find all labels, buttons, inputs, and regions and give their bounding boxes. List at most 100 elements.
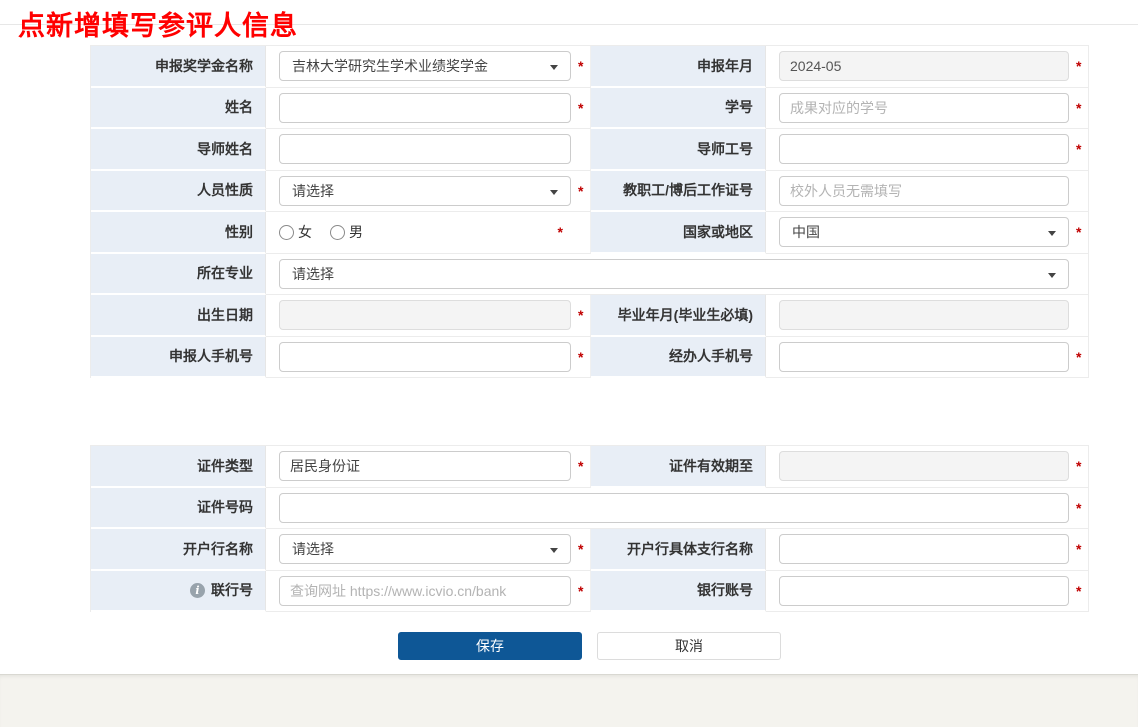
apply-month-field [779,51,1069,81]
advisor-id-field [779,134,1069,164]
bank-code-input[interactable] [280,577,570,605]
gender-label: 性别 [91,212,266,254]
scholarship-name-value: 吉林大学研究生学术业绩奖学金 [292,56,488,76]
gender-radio-group: 女 男 * [279,222,571,242]
table-row: 性别 女 男 * 国家或地区 中国 [91,212,1088,254]
applicant-phone-label: 申报人手机号 [91,337,266,379]
handler-phone-field [779,342,1069,372]
form-actions: 保存 取消 [90,632,1089,660]
table-row: 证件号码 * [91,488,1088,530]
table-row: 申报奖学金名称 吉林大学研究生学术业绩奖学金 * 申报年月 * [91,46,1088,88]
bank-account-input[interactable] [780,577,1068,605]
red-annotation-text: 点新增填写参评人信息 [18,4,298,43]
required-marker: * [1076,141,1081,157]
name-label: 姓名 [91,88,266,130]
advisor-id-label: 导师工号 [591,129,766,171]
bank-code-label-text: 联行号 [211,580,253,600]
cancel-button[interactable]: 取消 [597,632,781,660]
handler-phone-label: 经办人手机号 [591,337,766,379]
table-row: 姓名 * 学号 * [91,88,1088,130]
required-marker: * [578,307,583,323]
page-footer [0,674,1138,727]
personnel-type-select[interactable]: 请选择 [279,176,571,206]
gender-radio-male[interactable]: 男 [330,222,363,242]
id-expiry-field [779,451,1069,481]
gender-option-label: 女 [298,222,312,242]
applicant-phone-field [279,342,571,372]
bank-account-label: 银行账号 [591,571,766,613]
advisor-name-input[interactable] [280,135,570,163]
advisor-name-label: 导师姓名 [91,129,266,171]
id-type-field [279,451,571,481]
table-row: 证件类型 * 证件有效期至 * [91,446,1088,488]
personnel-type-label: 人员性质 [91,171,266,213]
bank-account-field [779,576,1069,606]
required-marker: * [578,583,583,599]
required-marker: * [558,224,563,240]
bank-name-select[interactable]: 请选择 [279,534,571,564]
required-marker: * [1076,541,1081,557]
graduation-month-input[interactable] [780,301,1068,329]
id-number-field [279,493,1069,523]
apply-month-label: 申报年月 [591,46,766,88]
student-id-input[interactable] [780,94,1068,122]
bank-code-field [279,576,571,606]
id-expiry-label: 证件有效期至 [591,446,766,488]
required-marker: * [1076,224,1081,240]
scholarship-name-select[interactable]: 吉林大学研究生学术业绩奖学金 [279,51,571,81]
advisor-name-field [279,134,571,164]
personnel-type-value: 请选择 [292,181,334,201]
bank-branch-input[interactable] [780,535,1068,563]
graduation-month-field [779,300,1069,330]
save-button[interactable]: 保存 [398,632,582,660]
staff-id-label: 教职工/博后工作证号 [591,171,766,213]
id-type-label: 证件类型 [91,446,266,488]
scholarship-name-label: 申报奖学金名称 [91,46,266,88]
chevron-down-icon [1048,273,1056,278]
advisor-id-input[interactable] [780,135,1068,163]
bank-branch-field [779,534,1069,564]
id-expiry-input[interactable] [780,452,1068,480]
birth-date-input[interactable] [280,301,570,329]
name-input[interactable] [280,94,570,122]
gender-radio-female[interactable]: 女 [279,222,312,242]
applicant-info-table: 申报奖学金名称 吉林大学研究生学术业绩奖学金 * 申报年月 * 姓名 [90,45,1089,378]
bank-name-label: 开户行名称 [91,529,266,571]
student-id-label: 学号 [591,88,766,130]
id-number-input[interactable] [280,494,1068,522]
required-marker: * [1076,58,1081,74]
apply-month-input[interactable] [780,52,1068,80]
gender-option-label: 男 [349,222,363,242]
table-row: i 联行号 * 银行账号 * [91,571,1088,613]
evaluator-info-form-page: 点新增填写参评人信息 申报奖学金名称 吉林大学研究生学术业绩奖学金 * 申报年月… [0,0,1138,727]
table-row: 所在专业 请选择 [91,254,1088,296]
required-marker: * [578,349,583,365]
bank-name-value: 请选择 [292,539,334,559]
country-select[interactable]: 中国 [779,217,1069,247]
table-row: 出生日期 * 毕业年月(毕业生必填) [91,295,1088,337]
major-value: 请选择 [292,264,334,284]
birth-date-field [279,300,571,330]
info-icon[interactable]: i [190,583,205,598]
birth-date-label: 出生日期 [91,295,266,337]
bank-branch-label: 开户行具体支行名称 [591,529,766,571]
handler-phone-input[interactable] [780,343,1068,371]
chevron-down-icon [550,548,558,553]
staff-id-input[interactable] [780,177,1068,205]
country-label: 国家或地区 [591,212,766,254]
table-row: 人员性质 请选择 * 教职工/博后工作证号 [91,171,1088,213]
required-marker: * [578,58,583,74]
bank-info-table: 证件类型 * 证件有效期至 * 证件号码 * [90,445,1089,612]
chevron-down-icon [550,190,558,195]
major-select[interactable]: 请选择 [279,259,1069,289]
major-label: 所在专业 [91,254,266,296]
table-row: 开户行名称 请选择 * 开户行具体支行名称 * [91,529,1088,571]
required-marker: * [1076,500,1081,516]
required-marker: * [578,100,583,116]
required-marker: * [578,458,583,474]
required-marker: * [1076,458,1081,474]
required-marker: * [1076,349,1081,365]
id-number-label: 证件号码 [91,488,266,530]
id-type-input[interactable] [280,452,570,480]
applicant-phone-input[interactable] [280,343,570,371]
